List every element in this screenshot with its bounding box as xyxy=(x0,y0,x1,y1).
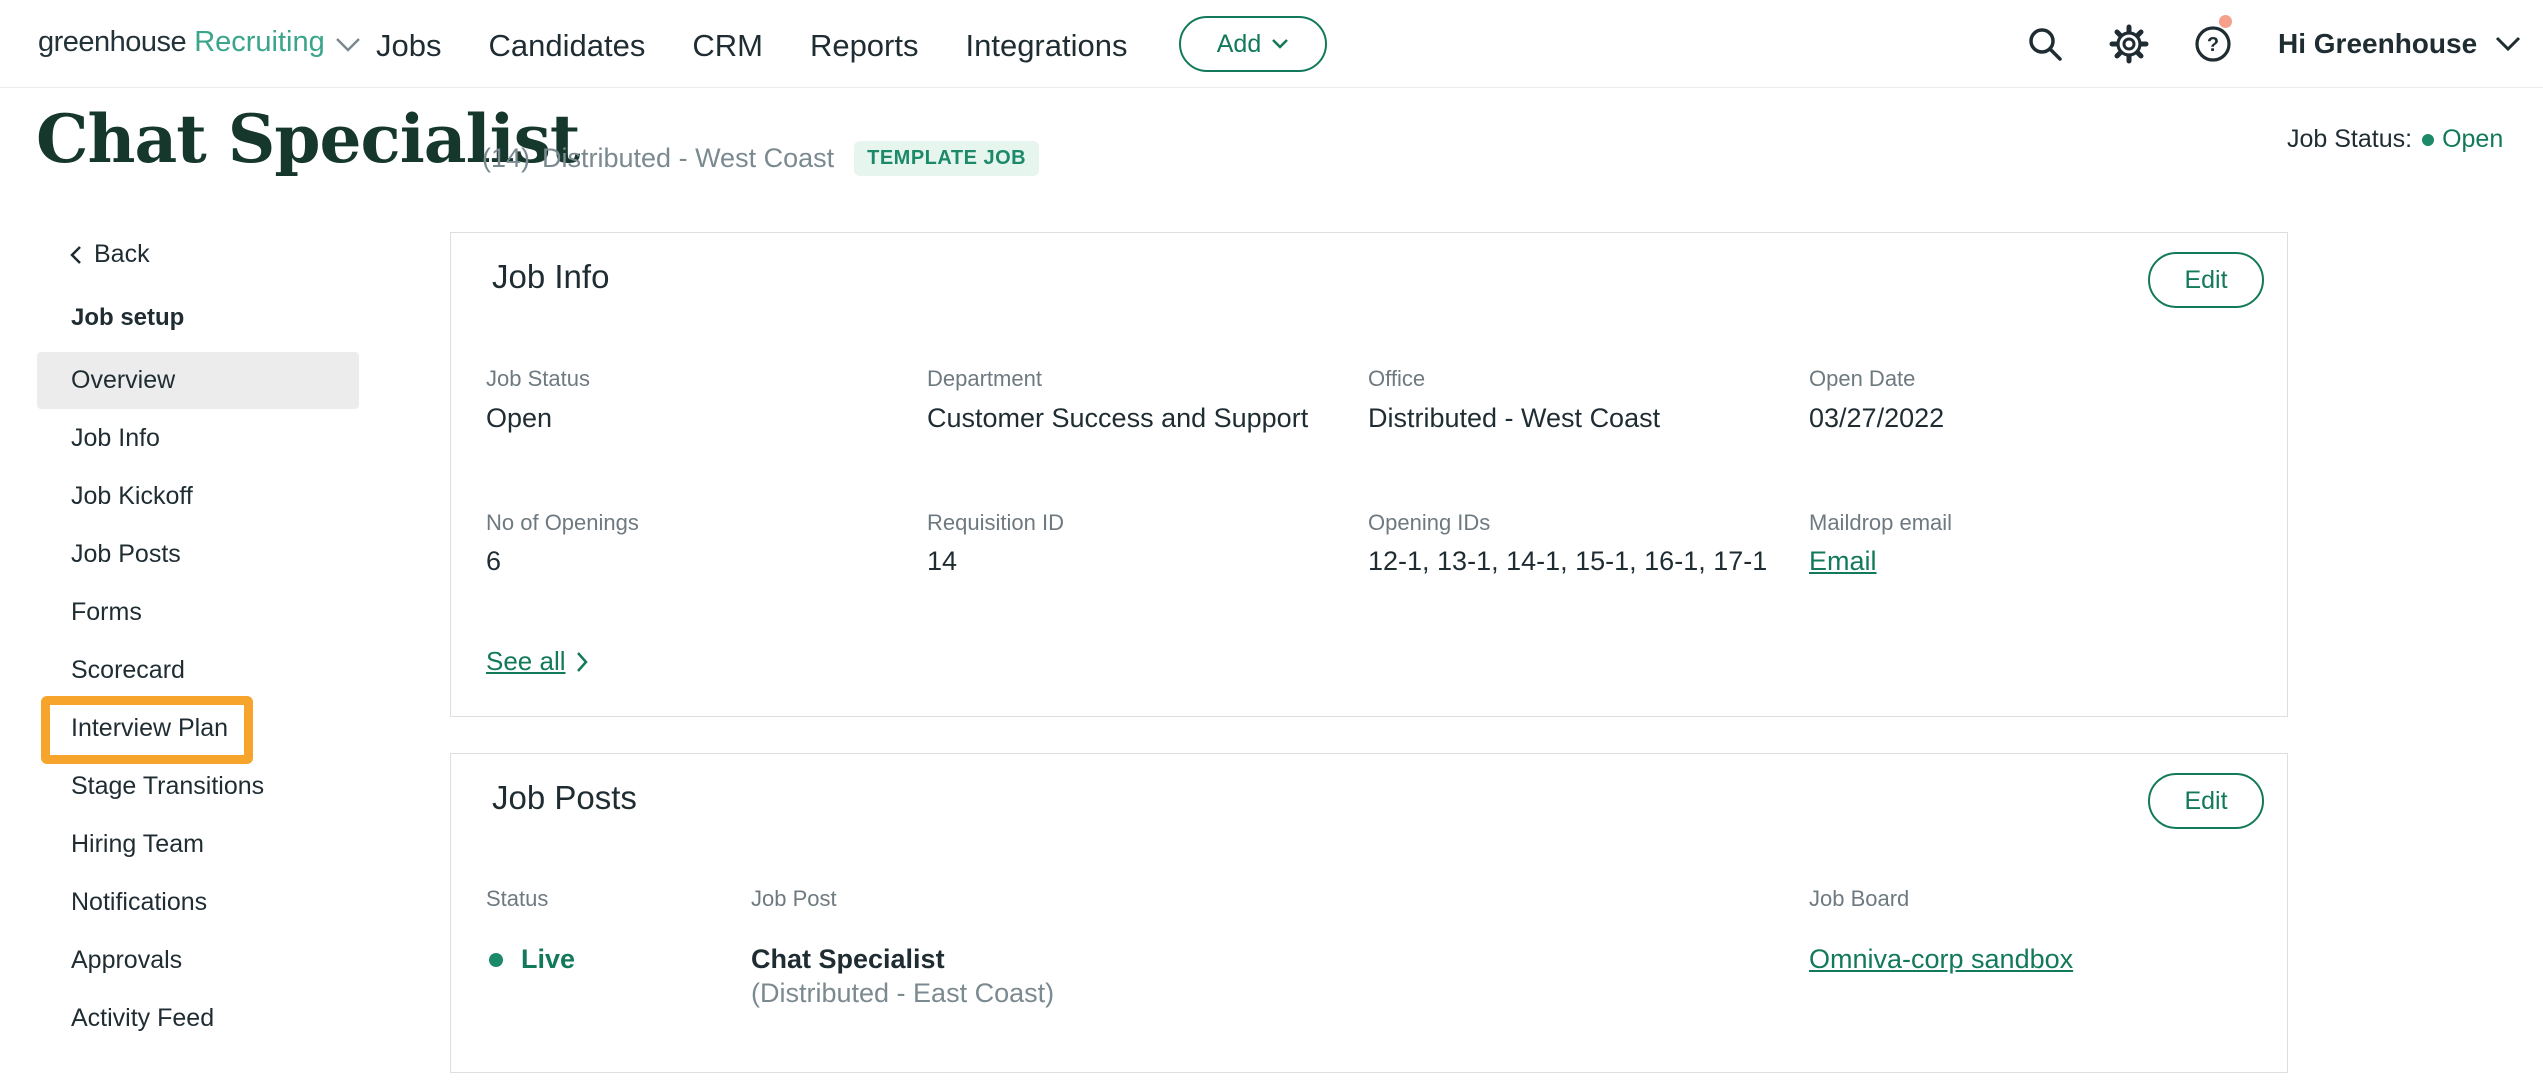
sidebar-section-title: Job setup xyxy=(71,304,185,331)
field-label-open-date: Open Date xyxy=(1809,366,1916,391)
chevron-right-icon xyxy=(576,651,588,672)
field-value-open-date: 03/27/2022 xyxy=(1809,403,1945,433)
column-header-status: Status xyxy=(486,886,549,911)
user-greeting: Hi Greenhouse xyxy=(2278,28,2478,59)
field-value-job-status: Open xyxy=(486,403,553,433)
field-label-openings: No of Openings xyxy=(486,510,639,535)
job-posts-title: Job Posts xyxy=(492,779,637,816)
sidebar-item-notifications[interactable]: Notifications xyxy=(37,874,359,931)
field-label-job-status: Job Status xyxy=(486,366,590,391)
template-job-badge: TEMPLATE JOB xyxy=(854,141,1040,176)
field-value-opening-ids: 12-1, 13-1, 14-1, 15-1, 16-1, 17-1 xyxy=(1368,546,1768,576)
job-status: Job Status: Open xyxy=(2287,125,2503,154)
notification-dot xyxy=(2219,15,2232,28)
product-name: Recruiting xyxy=(194,26,325,58)
field-value-openings: 6 xyxy=(486,546,502,576)
job-info-edit-button[interactable]: Edit xyxy=(2148,252,2264,308)
sidebar-item-approvals[interactable]: Approvals xyxy=(37,932,359,989)
job-posts-card: Job Posts Edit Status Job Post Job Board… xyxy=(450,753,2288,1073)
back-link[interactable]: Back xyxy=(70,240,150,269)
chevron-left-icon xyxy=(70,245,81,264)
job-posts-edit-button[interactable]: Edit xyxy=(2148,773,2264,829)
job-location: Distributed - West Coast xyxy=(542,143,835,173)
job-info-title: Job Info xyxy=(492,258,610,295)
job-post-location: (Distributed - East Coast) xyxy=(751,978,1055,1008)
top-navigation: greenhouse Recruiting Jobs Candidates CR… xyxy=(0,0,2543,88)
sidebar-item-scorecard[interactable]: Scorecard xyxy=(37,642,359,699)
field-value-department: Customer Success and Support xyxy=(927,403,1309,433)
see-all-link[interactable]: See all xyxy=(486,646,588,677)
chevron-down-icon xyxy=(2496,36,2521,52)
field-value-office: Distributed - West Coast xyxy=(1368,403,1661,433)
field-value-requisition-id: 14 xyxy=(927,546,958,576)
add-button[interactable]: Add xyxy=(1179,16,1327,72)
nav-reports[interactable]: Reports xyxy=(810,28,919,64)
job-count: (14) xyxy=(482,143,531,173)
nav-candidates[interactable]: Candidates xyxy=(488,28,645,64)
column-header-job-board: Job Board xyxy=(1809,886,1910,911)
post-status-label: Live xyxy=(521,944,576,974)
sidebar-item-hiring-team[interactable]: Hiring Team xyxy=(37,816,359,873)
sidebar-item-forms[interactable]: Forms xyxy=(37,584,359,641)
nav-integrations[interactable]: Integrations xyxy=(965,28,1127,64)
nav-jobs[interactable]: Jobs xyxy=(376,28,441,64)
app-logo[interactable]: greenhouse Recruiting xyxy=(38,26,361,59)
svg-text:?: ? xyxy=(2207,34,2219,56)
job-board-link[interactable]: Omniva-corp sandbox xyxy=(1809,944,2073,975)
gear-icon[interactable] xyxy=(2109,24,2149,64)
see-all-label: See all xyxy=(486,646,566,676)
interview-plan-highlight xyxy=(41,696,253,764)
nav-crm[interactable]: CRM xyxy=(692,28,763,64)
user-menu[interactable]: Hi Greenhouse xyxy=(2278,28,2521,60)
back-label: Back xyxy=(94,240,150,268)
post-status: Live xyxy=(489,944,575,975)
field-label-opening-ids: Opening IDs xyxy=(1368,510,1491,535)
chevron-down-icon xyxy=(1272,39,1289,49)
sidebar-item-stage-transitions[interactable]: Stage Transitions xyxy=(37,758,359,815)
live-status-dot xyxy=(489,952,503,967)
job-status-label: Job Status: xyxy=(2287,125,2413,153)
field-label-maildrop-email: Maildrop email xyxy=(1809,510,1953,535)
brand-name: greenhouse xyxy=(38,26,187,58)
chevron-down-icon[interactable] xyxy=(335,37,361,53)
field-label-department: Department xyxy=(927,366,1042,391)
sidebar-item-activity-feed[interactable]: Activity Feed xyxy=(37,990,359,1047)
field-label-requisition-id: Requisition ID xyxy=(927,510,1064,535)
sidebar-item-job-info[interactable]: Job Info xyxy=(37,410,359,467)
search-icon[interactable] xyxy=(2025,24,2065,64)
column-header-job-post: Job Post xyxy=(751,886,837,911)
job-info-card: Job Info Edit Job Status Open Department… xyxy=(450,232,2288,717)
sidebar-item-job-kickoff[interactable]: Job Kickoff xyxy=(37,468,359,525)
main-nav: Jobs Candidates CRM Reports Integrations xyxy=(376,28,1174,64)
field-label-office: Office xyxy=(1368,366,1426,391)
sidebar-item-job-posts[interactable]: Job Posts xyxy=(37,526,359,583)
status-dot xyxy=(2422,133,2435,146)
sidebar-item-overview[interactable]: Overview xyxy=(37,352,359,409)
job-meta: (14) Distributed - West Coast TEMPLATE J… xyxy=(482,141,1040,176)
job-post-name: Chat Specialist xyxy=(751,944,945,974)
maildrop-email-link[interactable]: Email xyxy=(1809,546,1877,577)
job-status-value: Open xyxy=(2442,125,2504,153)
help-icon[interactable]: ? xyxy=(2193,24,2233,64)
add-button-label: Add xyxy=(1216,29,1262,58)
